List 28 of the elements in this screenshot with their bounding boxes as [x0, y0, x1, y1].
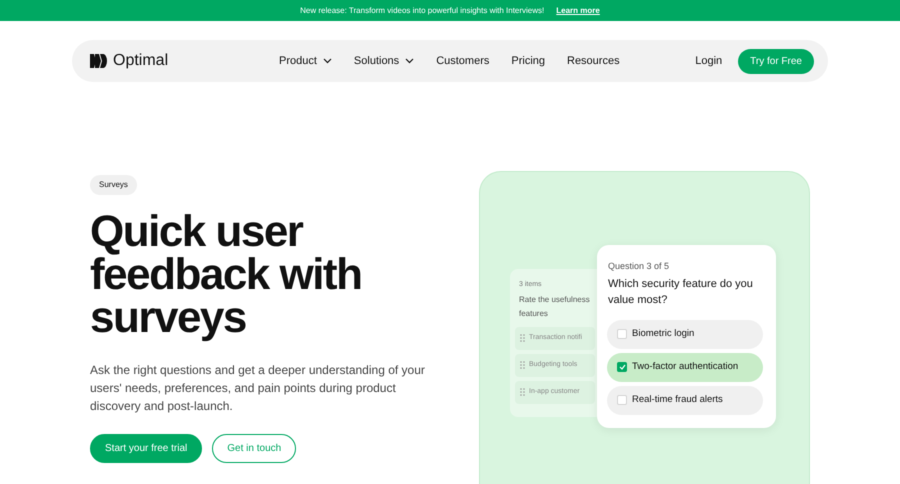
nav-link[interactable]: Customers: [436, 52, 490, 70]
answer-option[interactable]: Real-time fraud alerts: [607, 386, 763, 414]
category-badge: Surveys: [90, 175, 137, 195]
hero-description: Ask the right questions and get a deeper understanding of your users' needs, preferences, and pain points during product discovery and post-launch.: [90, 362, 426, 415]
option-label: Two-factor authentication: [632, 360, 738, 374]
logo-icon: [90, 54, 107, 68]
checkbox[interactable]: [617, 362, 627, 372]
answer-option[interactable]: Two-factor authentication: [607, 352, 763, 382]
logo-text: Optimal: [113, 51, 168, 71]
checkbox[interactable]: [617, 395, 627, 405]
checkbox[interactable]: [617, 329, 627, 339]
card-title: features: [519, 308, 549, 320]
login-link[interactable]: Login: [695, 52, 722, 70]
drag-handle-icon: [520, 388, 525, 396]
hero-heading: surveys: [90, 296, 247, 339]
nav-link[interactable]: Product: [279, 52, 332, 70]
option-label: Real-time fraud alerts: [632, 392, 723, 407]
drag-handle-icon: [520, 334, 525, 342]
nav-link[interactable]: Solutions: [354, 52, 414, 70]
card-title: Rate the usefulness: [519, 294, 591, 306]
drag-handle-icon: [520, 361, 525, 369]
answer-option[interactable]: Biometric login: [607, 320, 763, 348]
option-label: Biometric login: [632, 326, 694, 341]
nav-link[interactable]: Resources: [567, 52, 620, 70]
banner-text: New release: Transform videos into powerful insights with Interviews!: [300, 4, 544, 16]
nav-link[interactable]: Pricing: [511, 52, 545, 70]
hero-heading: Quick user: [90, 210, 304, 253]
question-text: Which security feature do you value most?: [608, 276, 754, 308]
